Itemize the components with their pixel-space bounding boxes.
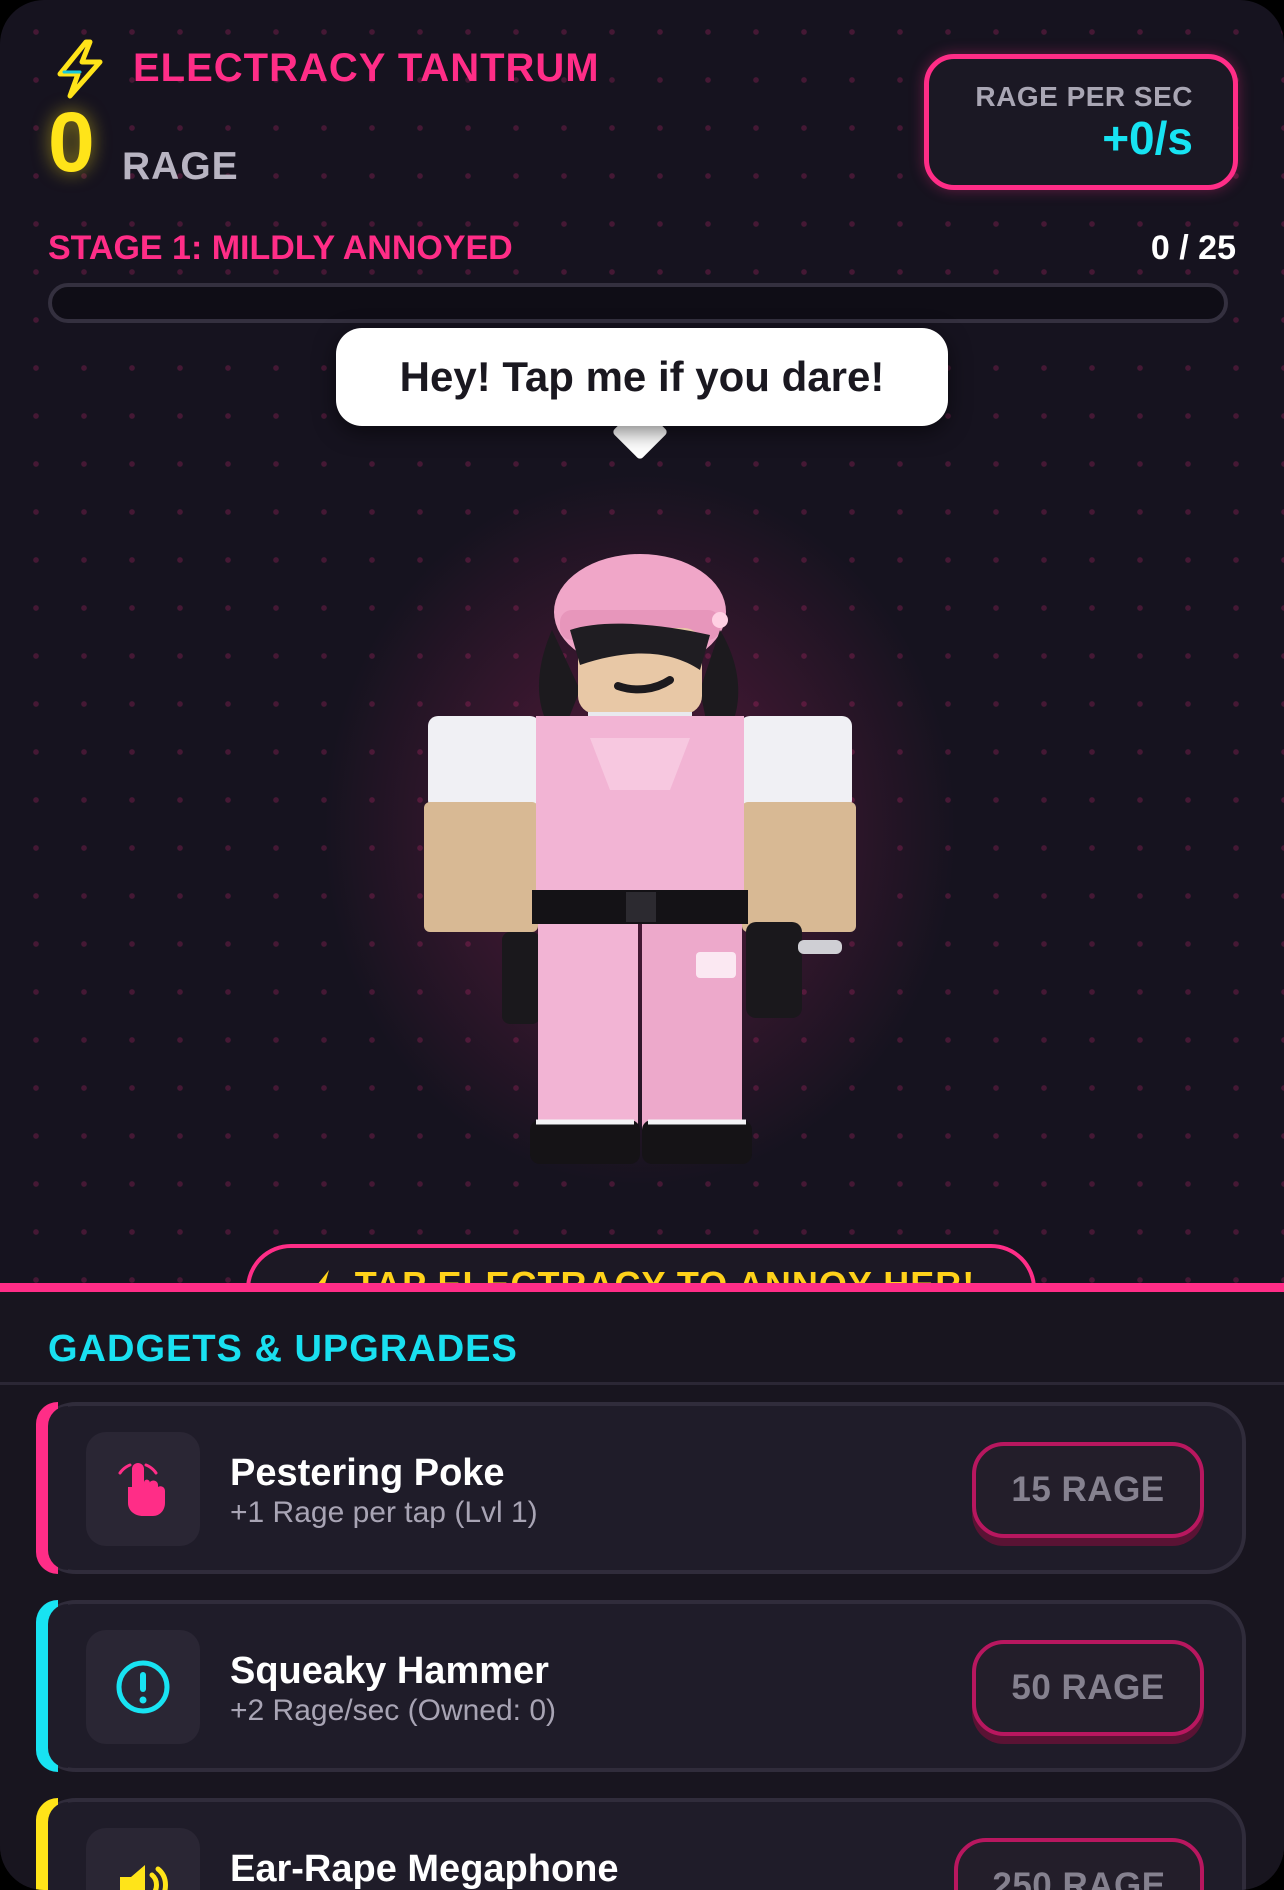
- buy-button[interactable]: 250 RAGE: [954, 1838, 1204, 1890]
- speech-bubble: Hey! Tap me if you dare!: [336, 328, 948, 426]
- upgrade-name: Pestering Poke: [230, 1452, 505, 1494]
- upgrade-card-squeaky-hammer[interactable]: Squeaky Hammer +2 Rage/sec (Owned: 0) 50…: [36, 1600, 1246, 1772]
- upgrade-card-ear-rape-megaphone[interactable]: Ear-Rape Megaphone 250 RAGE: [36, 1798, 1246, 1890]
- buy-button[interactable]: 15 RAGE: [972, 1442, 1204, 1538]
- pointer-finger-icon: [118, 1463, 165, 1516]
- upgrade-description: +1 Rage per tap (Lvl 1): [230, 1496, 538, 1529]
- accent-cover: [48, 1604, 68, 1768]
- lightning-bolt-icon: [57, 39, 103, 99]
- rage-per-sec-card: RAGE PER SEC +0/s: [924, 54, 1238, 190]
- upgrade-icon-box: [86, 1432, 200, 1546]
- shop-divider: [0, 1382, 1284, 1385]
- game-title: ELECTRACY TANTRUM: [133, 46, 600, 90]
- upgrade-name: Squeaky Hammer: [230, 1650, 549, 1692]
- buy-button[interactable]: 50 RAGE: [972, 1640, 1204, 1736]
- stage-progress-text: 0 / 25: [1150, 229, 1236, 267]
- character-electracy[interactable]: [420, 540, 860, 1170]
- rage-unit-label: RAGE: [122, 145, 239, 188]
- rage-count: 0: [48, 95, 95, 189]
- accent-cover: [48, 1406, 68, 1570]
- upgrade-icon-box: [86, 1630, 200, 1744]
- shop-title: GADGETS & UPGRADES: [48, 1328, 518, 1370]
- upgrade-name: Ear-Rape Megaphone: [230, 1848, 619, 1890]
- speaker-icon: [120, 1865, 168, 1890]
- upgrade-card-pestering-poke[interactable]: Pestering Poke +1 Rage per tap (Lvl 1) 1…: [36, 1402, 1246, 1574]
- stage-progress-bar: [48, 283, 1228, 323]
- stage-label: STAGE 1: MILDLY ANNOYED: [48, 229, 513, 267]
- upgrade-description: +2 Rage/sec (Owned: 0): [230, 1694, 557, 1727]
- accent-cover: [48, 1802, 68, 1890]
- shop-panel: GADGETS & UPGRADES Pestering Poke +1 Rag…: [0, 1283, 1284, 1890]
- rage-per-sec-label: RAGE PER SEC: [975, 81, 1193, 112]
- rage-per-sec-value: +0/s: [1102, 112, 1193, 164]
- game-screen: ELECTRACY TANTRUM 0 RAGE RAGE PER SEC +0…: [0, 0, 1284, 1890]
- upgrade-icon-box: [86, 1828, 200, 1890]
- exclamation-circle-icon: [116, 1660, 170, 1714]
